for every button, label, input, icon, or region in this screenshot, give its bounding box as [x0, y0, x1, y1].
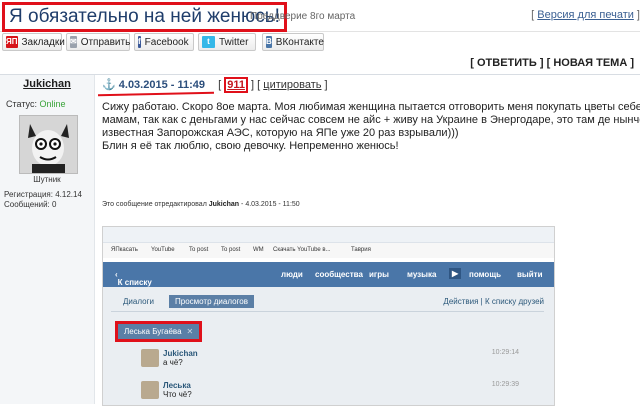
- reply-button[interactable]: [ ОТВЕТИТЬ ]: [470, 57, 543, 69]
- send-label: Отправить: [80, 36, 131, 48]
- avatar: [141, 381, 159, 399]
- print-version-link[interactable]: Версия для печати: [537, 9, 634, 21]
- facebook-button[interactable]: f Facebook: [134, 33, 194, 51]
- play-icon: ▶: [449, 268, 462, 279]
- bookmark-item: YouTube: [151, 247, 175, 253]
- facebook-icon: f: [138, 36, 141, 48]
- topic-subtitle: Преддверие 8го марта: [250, 11, 356, 22]
- vk-message-text: Что чё?: [163, 390, 192, 399]
- author-name[interactable]: Jukichan: [0, 78, 94, 90]
- tab-dialogs: Диалоги: [123, 297, 154, 306]
- quote-button[interactable]: цитировать: [263, 79, 321, 91]
- author-panel: Jukichan Статус: Online Шутник Регистрац…: [0, 75, 95, 404]
- registration-date: Регистрация: 4.12.14: [4, 190, 82, 199]
- edit-note-prefix: Это сообщение отредактировал: [102, 201, 207, 208]
- yap-icon: ЯП: [6, 36, 18, 48]
- bookmark-item: Скачать YouTube в...: [273, 247, 331, 253]
- post-date: 4.03.2015 - 11:49: [118, 79, 206, 91]
- vk-button[interactable]: B ВКонтакте: [262, 33, 324, 51]
- new-topic-button[interactable]: [ НОВАЯ ТЕМА ]: [547, 57, 634, 69]
- tab-view-dialogs: Просмотр диалогов: [169, 295, 254, 308]
- print-version: [ Версия для печати ]: [531, 9, 640, 21]
- vk-message-time: 10:29:39: [491, 381, 519, 388]
- vk-nav-item: игры: [369, 270, 389, 279]
- browser-tab-strip: [103, 227, 554, 243]
- posts-count: Сообщений: 0: [4, 200, 57, 209]
- bookmarks-label: Закладки: [21, 36, 65, 48]
- post-line: Блин я её так люблю, свою девочку. Непре…: [102, 140, 399, 152]
- vk-message-author: Jukichan: [163, 349, 198, 358]
- bookmark-item: Таврия: [351, 247, 371, 253]
- status-online: Online: [39, 99, 66, 109]
- vk-icon: B: [266, 36, 272, 48]
- edit-note-time: - 4.03.2015 - 11:50: [241, 201, 300, 208]
- recipient-chip: Леська Бугаёва ✕: [115, 321, 203, 342]
- bookmark-item: WM: [253, 247, 264, 253]
- vk-nav-item: выйти: [517, 270, 543, 279]
- bookmarks-button[interactable]: ЯП Закладки: [2, 33, 65, 51]
- vk-label: ВКонтакте: [275, 36, 324, 48]
- post-body: Сижу работаю. Скоро 8ое марта. Моя любим…: [102, 101, 640, 153]
- attached-screenshot[interactable]: ЯПкасать YouTube To post To post WM Скач…: [102, 226, 555, 406]
- vk-message-author: Леська: [163, 381, 191, 390]
- bookmark-item: To post: [189, 247, 209, 253]
- post-line: известная Запорожская АЭС, которую на ЯП…: [102, 127, 459, 139]
- post-line: Сижу работаю. Скоро 8ое марта. Моя любим…: [102, 101, 640, 113]
- bookmarks-bar: ЯПкасать YouTube To post To post WM Скач…: [103, 243, 554, 258]
- avatar-image: [20, 116, 77, 173]
- avatar[interactable]: [19, 115, 78, 174]
- twitter-icon: t: [202, 36, 215, 48]
- anchor-icon[interactable]: ⚓: [102, 79, 116, 91]
- mail-icon: ✉: [70, 36, 77, 48]
- post-header: ⚓ 4.03.2015 - 11:49 [ 911 ] [ цитировать…: [102, 77, 328, 93]
- vk-message: Jukichan а чё? 10:29:14: [141, 349, 543, 367]
- bookmark-item: To post: [221, 247, 241, 253]
- author-status: Статус: Online: [6, 99, 65, 109]
- edit-note: Это сообщение отредактировал Jukichan - …: [102, 201, 300, 208]
- author-info: Регистрация: 4.12.14 Сообщений: 0: [4, 190, 82, 210]
- topic-title: Я обязательно на ней женюсь!: [2, 2, 287, 32]
- post-number[interactable]: 911: [224, 77, 248, 93]
- avatar: [141, 349, 159, 367]
- print-version-bracket-right: ]: [633, 9, 640, 21]
- quote-wrap: [ цитировать ]: [257, 79, 328, 91]
- twitter-button[interactable]: t Twitter: [198, 33, 256, 51]
- recipient-name: Леська Бугаёва: [124, 327, 182, 336]
- edit-note-user: Jukichan: [208, 201, 240, 208]
- vk-nav-item: люди: [281, 270, 303, 279]
- vk-nav-item: сообщества: [315, 270, 363, 279]
- vk-dialog-view: Диалоги Просмотр диалогов Действия | К с…: [103, 287, 554, 405]
- vk-navbar: ‹ К списку диалогов люди сообщества игры…: [103, 262, 554, 296]
- post: Jukichan Статус: Online Шутник Регистрац…: [0, 74, 640, 406]
- close-icon: ✕: [186, 327, 194, 336]
- facebook-label: Facebook: [144, 36, 189, 48]
- bookmark-item: ЯПкасать: [111, 247, 138, 253]
- author-rank: Шутник: [33, 175, 61, 184]
- vk-back-link: ‹ К списку диалогов: [115, 270, 155, 296]
- date-underline-annotation: [97, 91, 215, 97]
- vk-tabs: Диалоги Просмотр диалогов Действия | К с…: [111, 295, 544, 312]
- post-number-wrap: [ 911 ]: [218, 77, 255, 93]
- vk-message: Леська Что чё? 10:29:39: [141, 381, 543, 399]
- status-label: Статус:: [6, 99, 37, 109]
- vk-message-text: а чё?: [163, 358, 183, 367]
- send-button[interactable]: ✉ Отправить: [66, 33, 130, 51]
- topic-actions: [ ОТВЕТИТЬ ] [ НОВАЯ ТЕМА ]: [470, 57, 634, 69]
- vk-right-links: Действия | К списку друзей: [443, 297, 544, 306]
- topic-header: Я обязательно на ней женюсь! Преддверие …: [0, 0, 640, 32]
- share-bar: ЯП Закладки ✉ Отправить f Facebook t Twi…: [0, 33, 640, 53]
- vk-nav-item: музыка: [407, 270, 437, 279]
- vk-nav-item: помощь: [469, 270, 501, 279]
- post-line: мамам, так как с деньгами у нас сейчас с…: [102, 114, 640, 126]
- twitter-label: Twitter: [219, 36, 249, 48]
- vk-message-time: 10:29:14: [491, 349, 519, 356]
